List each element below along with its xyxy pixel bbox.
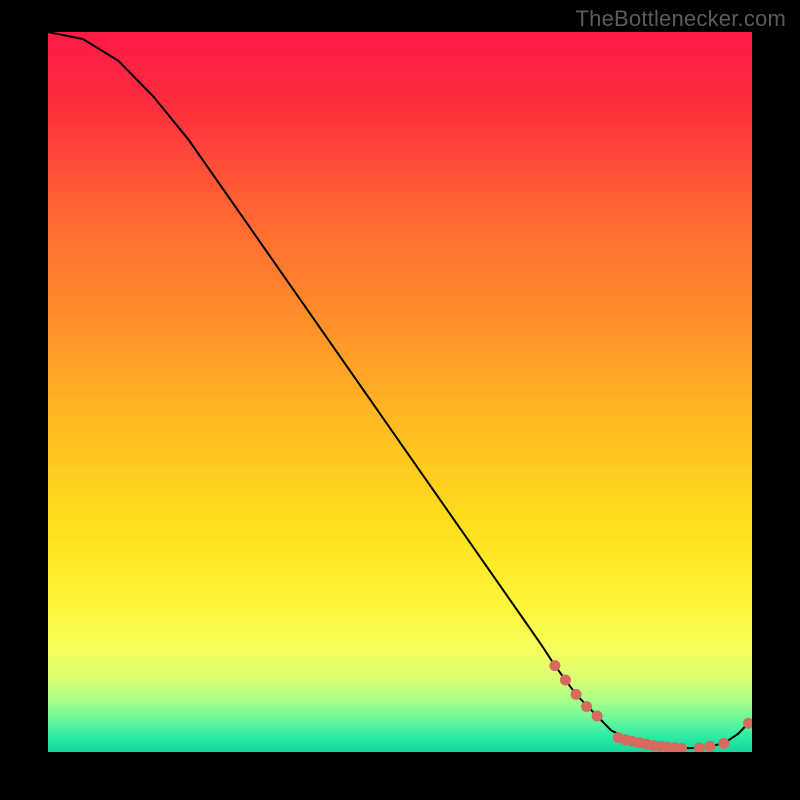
curve-marker	[581, 701, 592, 712]
watermark-text: TheBottlenecker.com	[576, 6, 786, 32]
gradient-background	[48, 32, 752, 752]
curve-marker	[718, 738, 729, 749]
plot-svg	[48, 32, 752, 752]
curve-marker	[704, 741, 715, 752]
chart-container: TheBottlenecker.com	[0, 0, 800, 800]
curve-marker	[549, 660, 560, 671]
curve-marker	[592, 711, 603, 722]
curve-marker	[571, 689, 582, 700]
plot-area	[48, 32, 752, 752]
curve-marker	[560, 675, 571, 686]
